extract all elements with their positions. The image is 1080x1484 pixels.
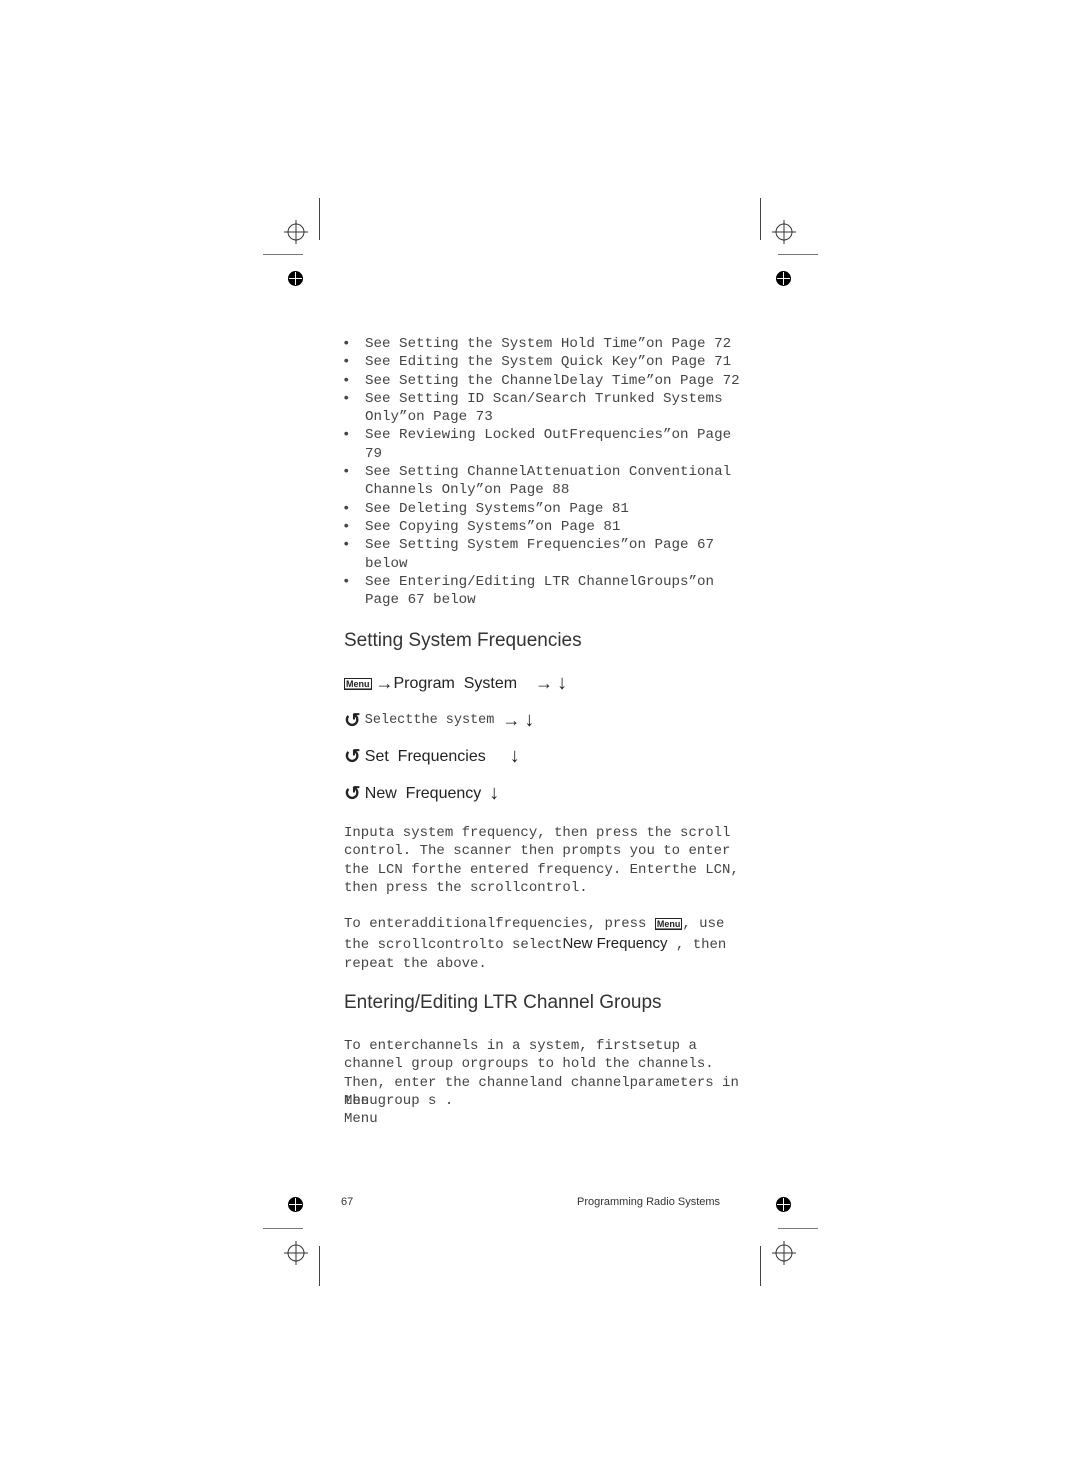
arrow-right-icon: → [375,673,394,693]
cross-reference-text: See Setting System Frequencies”on Page 6… [365,537,715,572]
crop-mark-vertical [319,1246,320,1286]
step-label: New Frequency [364,784,482,802]
registration-dot-icon [288,271,303,286]
cross-reference-text: See Entering/Editing LTR ChannelGroups”o… [365,573,715,609]
instructions-paragraph: Inputa system frequency, then press the … [344,825,739,896]
list-item: • See Setting ChannelAttenuation Conventi… [342,463,742,500]
crop-mark-horizontal [263,1228,303,1229]
paragraph-text: To enteradditionalfrequencies, press [344,916,647,932]
arrow-down-icon: ↓ [509,745,520,767]
list-item: • See Deleting Systems”on Page 81 [342,500,742,518]
cross-reference-text: See Editing the System Quick Key”on Page… [365,354,732,371]
bullet-icon: • [342,573,351,590]
step-program-system: Menu → Program System → ↓ [344,672,567,695]
bullet-icon: • [342,354,351,371]
list-item: • See Setting the System Hold Time”on Pag… [342,335,742,353]
registration-dot-icon [776,1197,791,1212]
registration-target-icon [284,1241,308,1265]
section-heading-ltr-channel-groups: Entering/Editing LTR Channel Groups [344,992,662,1013]
menu-line: Menu [344,1111,378,1127]
cross-reference-list: • See Setting the System Hold Time”on Pag… [342,335,742,609]
crop-mark-vertical [760,198,761,240]
bullet-icon: • [342,518,351,535]
step-label: Set Frequencies [364,747,486,765]
arrow-right-icon: → [502,710,521,730]
arrow-right-icon: → [535,673,554,693]
list-item: • See Entering/Editing LTR ChannelGroups”… [342,573,742,610]
arrow-down-icon: ↓ [489,782,500,804]
step-new-frequency: ↺ New Frequency ↓ [344,781,499,806]
bullet-icon: • [342,500,351,517]
arrow-down-icon: ↓ [524,709,535,731]
bullet-icon: • [342,427,351,444]
step-select-system: ↺ Selectthe system → ↓ [344,708,534,733]
registration-dot-icon [776,271,791,286]
bullet-icon: • [342,464,351,481]
crop-mark-vertical [760,1246,761,1286]
new-frequency-label: New Frequency [562,935,668,952]
step-set-frequencies: ↺ Set Frequencies ↓ [344,744,520,769]
arrow-down-icon: ↓ [557,672,568,694]
chapter-title: Programming Radio Systems [577,1196,721,1208]
section-heading-setting-system-frequencies: Setting System Frequencies [344,630,582,651]
registration-target-icon [284,220,308,244]
menu-line: Menu [344,1093,378,1109]
crop-mark-horizontal [778,1228,818,1229]
scroll-control-icon: ↺ [344,710,361,732]
bullet-icon: • [342,372,351,389]
menu-key-icon: Menu [654,918,683,930]
menu-key-icon: Menu [344,677,372,690]
list-item: • See Reviewing Locked OutFrequencies”on … [342,426,742,463]
bullet-icon: • [342,390,351,407]
crop-mark-horizontal [778,254,818,255]
cross-reference-text: See Setting the ChannelDelay Time”on Pag… [365,372,740,389]
bullet-icon: • [342,336,351,352]
list-item: • See Copying Systems”on Page 81 [342,518,742,536]
registration-target-icon [772,220,796,244]
crop-mark-vertical [319,198,320,240]
registration-dot-icon [288,1197,303,1212]
list-item: • See Editing the System Quick Key”on Pag… [342,353,742,371]
scroll-control-icon: ↺ [344,783,361,805]
cross-reference-text: See Setting ID Scan/Search Trunked Syste… [365,390,723,426]
cross-reference-text: See Setting ChannelAttenuation Conventio… [365,464,732,499]
list-item: • See Setting System Frequencies”on Page … [342,536,742,573]
list-item: • See Setting ID Scan/Search Trunked Syst… [342,390,742,427]
list-item: • See Setting the ChannelDelay Time”on Pa… [342,372,742,390]
step-label: Selectthe system [364,713,495,728]
cross-reference-text: See Deleting Systems”on Page 81 [365,500,629,517]
step-label: Program System [393,674,518,692]
cross-reference-text: See Copying Systems”on Page 81 [365,518,621,535]
bullet-icon: • [342,537,351,554]
scroll-control-icon: ↺ [344,746,361,768]
cross-reference-text: See Setting the System Hold Time”on Page… [365,336,732,352]
crop-mark-horizontal [263,254,303,255]
registration-target-icon [772,1241,796,1265]
cross-reference-text: See Reviewing Locked OutFrequencies”on P… [365,427,732,462]
additional-frequencies-paragraph: To enteradditionalfrequencies, press Men… [344,915,744,974]
page-number: 67 [341,1196,354,1208]
